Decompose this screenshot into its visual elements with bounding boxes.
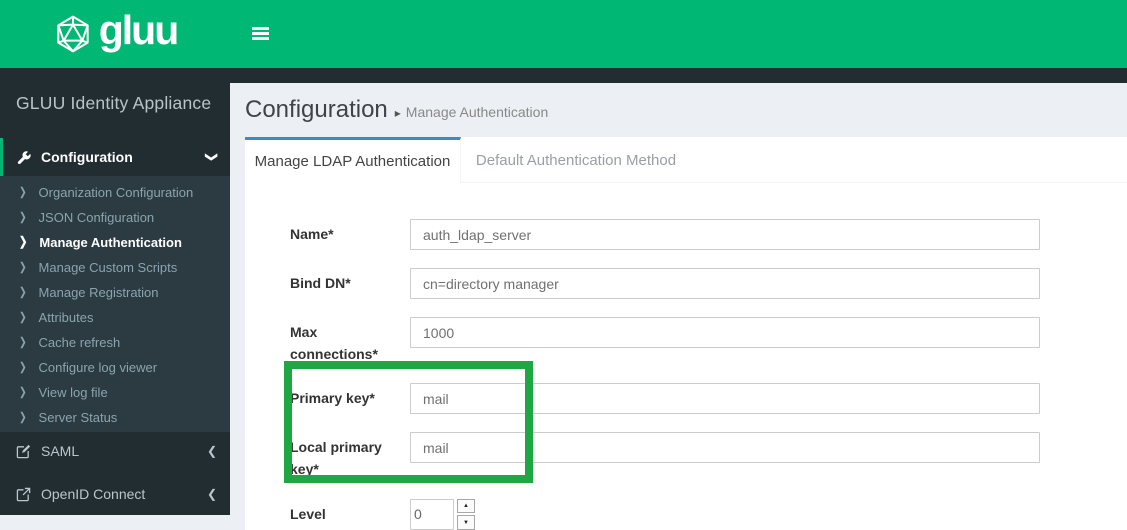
chevron-left-icon: ❮	[206, 487, 217, 501]
bind-dn-input[interactable]	[410, 268, 1040, 299]
sidebar-toggle-hamburger-icon[interactable]	[252, 27, 269, 40]
external-link-icon	[15, 487, 32, 502]
primary-key-label: Primary key*	[290, 390, 375, 407]
sidebar-item-label: Manage Custom Scripts	[38, 260, 178, 275]
name-input[interactable]	[410, 219, 1040, 250]
tab-panel: Manage LDAP Authentication Default Authe…	[245, 137, 1127, 530]
form-row-name: Name*	[290, 219, 1127, 250]
local-primary-key-input[interactable]	[410, 432, 1040, 464]
gluu-logo[interactable]: gluu	[0, 0, 230, 68]
max-connections-label: Max connections*	[290, 324, 378, 362]
form-row-local-primary-key: Local primary key*	[290, 432, 1127, 480]
bind-dn-label: Bind DN*	[290, 275, 351, 291]
sidebar-item-manage-authentication[interactable]: ❯ Manage Authentication	[0, 230, 230, 255]
level-input[interactable]	[410, 498, 454, 530]
wrench-icon	[15, 150, 32, 165]
name-label: Name*	[290, 226, 334, 242]
local-primary-key-label: Local primary key*	[290, 439, 382, 478]
sidebar-item-view-log-file[interactable]: ❯ View log file	[0, 380, 230, 405]
app-title: GLUU Identity Appliance	[16, 92, 212, 113]
sidebar-item-manage-custom-scripts[interactable]: ❯ Manage Custom Scripts	[0, 255, 230, 280]
edit-icon	[15, 444, 32, 459]
breadcrumb-current: Manage Authentication	[405, 104, 549, 120]
chevron-right-icon: ❯	[19, 185, 27, 199]
tab-bar: Manage LDAP Authentication Default Authe…	[245, 137, 1127, 183]
breadcrumb: Configuration ▸ Manage Authentication	[245, 95, 1127, 127]
sidebar-item-label: JSON Configuration	[38, 210, 155, 225]
sidebar: GLUU Identity Appliance Configuration ❯ …	[0, 68, 230, 515]
chevron-right-icon: ❯	[19, 335, 27, 349]
configuration-submenu: ❯ Organization Configuration ❯ JSON Conf…	[0, 176, 230, 432]
chevron-left-icon: ❮	[206, 444, 217, 458]
sidebar-item-label: Server Status	[38, 410, 118, 425]
chevron-right-icon: ❯	[19, 385, 27, 399]
gluu-icosahedron-icon	[57, 15, 89, 53]
primary-key-input[interactable]	[410, 383, 1040, 415]
form-row-level: Level ▲ ▼	[290, 498, 1127, 530]
form-row-max-connections: Max connections*	[290, 317, 1127, 365]
logo-text: gluu	[98, 6, 180, 53]
sidebar-item-openid-connect[interactable]: OpenID Connect ❮	[0, 477, 230, 511]
sidebar-item-label: Configuration	[41, 149, 133, 165]
page-title: Configuration	[245, 96, 388, 123]
max-connections-input[interactable]	[410, 317, 1040, 348]
tab-manage-ldap-authentication[interactable]: Manage LDAP Authentication	[245, 137, 461, 183]
sidebar-item-configuration[interactable]: Configuration ❯	[0, 138, 230, 176]
ldap-authentication-form: Name* Bind DN* Max connections* Primary …	[245, 183, 1127, 530]
sidebar-item-attributes[interactable]: ❯ Attributes	[0, 305, 230, 330]
sidebar-item-configure-log-viewer[interactable]: ❯ Configure log viewer	[0, 355, 230, 380]
sidebar-item-label: Organization Configuration	[38, 185, 194, 200]
chevron-right-icon: ❯	[19, 210, 27, 224]
sidebar-item-manage-registration[interactable]: ❯ Manage Registration	[0, 280, 230, 305]
sidebar-item-cache-refresh[interactable]: ❯ Cache refresh	[0, 330, 230, 355]
chevron-right-icon: ❯	[19, 410, 27, 424]
chevron-right-icon: ❯	[19, 285, 27, 299]
top-navbar: gluu	[0, 0, 1127, 68]
sidebar-item-json-configuration[interactable]: ❯ JSON Configuration	[0, 205, 230, 230]
level-spinner: ▲ ▼	[457, 498, 475, 530]
spinner-down-button[interactable]: ▼	[457, 515, 475, 530]
spinner-up-button[interactable]: ▲	[457, 498, 475, 514]
chevron-down-icon: ❯	[204, 151, 219, 163]
chevron-right-icon: ❯	[19, 235, 28, 250]
sidebar-item-label: Manage Registration	[38, 285, 159, 300]
sidebar-item-saml[interactable]: SAML ❮	[0, 434, 230, 468]
form-row-bind-dn: Bind DN*	[290, 268, 1127, 299]
breadcrumb-arrow-icon: ▸	[394, 106, 401, 120]
sidebar-item-label: View log file	[38, 385, 108, 400]
sidebar-item-label: SAML	[41, 443, 80, 459]
form-row-primary-key: Primary key*	[290, 383, 1127, 415]
main-content: Configuration ▸ Manage Authentication Mana…	[230, 68, 1127, 530]
sidebar-item-label: Attributes	[38, 310, 94, 325]
chevron-right-icon: ❯	[19, 310, 27, 324]
chevron-right-icon: ❯	[19, 260, 27, 274]
content-top-strip	[230, 68, 1127, 83]
sidebar-item-label: Cache refresh	[38, 335, 121, 350]
chevron-right-icon: ❯	[19, 360, 27, 374]
sidebar-item-server-status[interactable]: ❯ Server Status	[0, 405, 230, 430]
sidebar-item-label: OpenID Connect	[41, 486, 146, 502]
sidebar-item-organization-configuration[interactable]: ❯ Organization Configuration	[0, 180, 230, 205]
tab-default-authentication-method[interactable]: Default Authentication Method	[461, 137, 691, 183]
sidebar-item-label: Manage Authentication	[39, 235, 182, 250]
level-label: Level	[290, 505, 326, 522]
sidebar-item-label: Configure log viewer	[38, 360, 158, 375]
